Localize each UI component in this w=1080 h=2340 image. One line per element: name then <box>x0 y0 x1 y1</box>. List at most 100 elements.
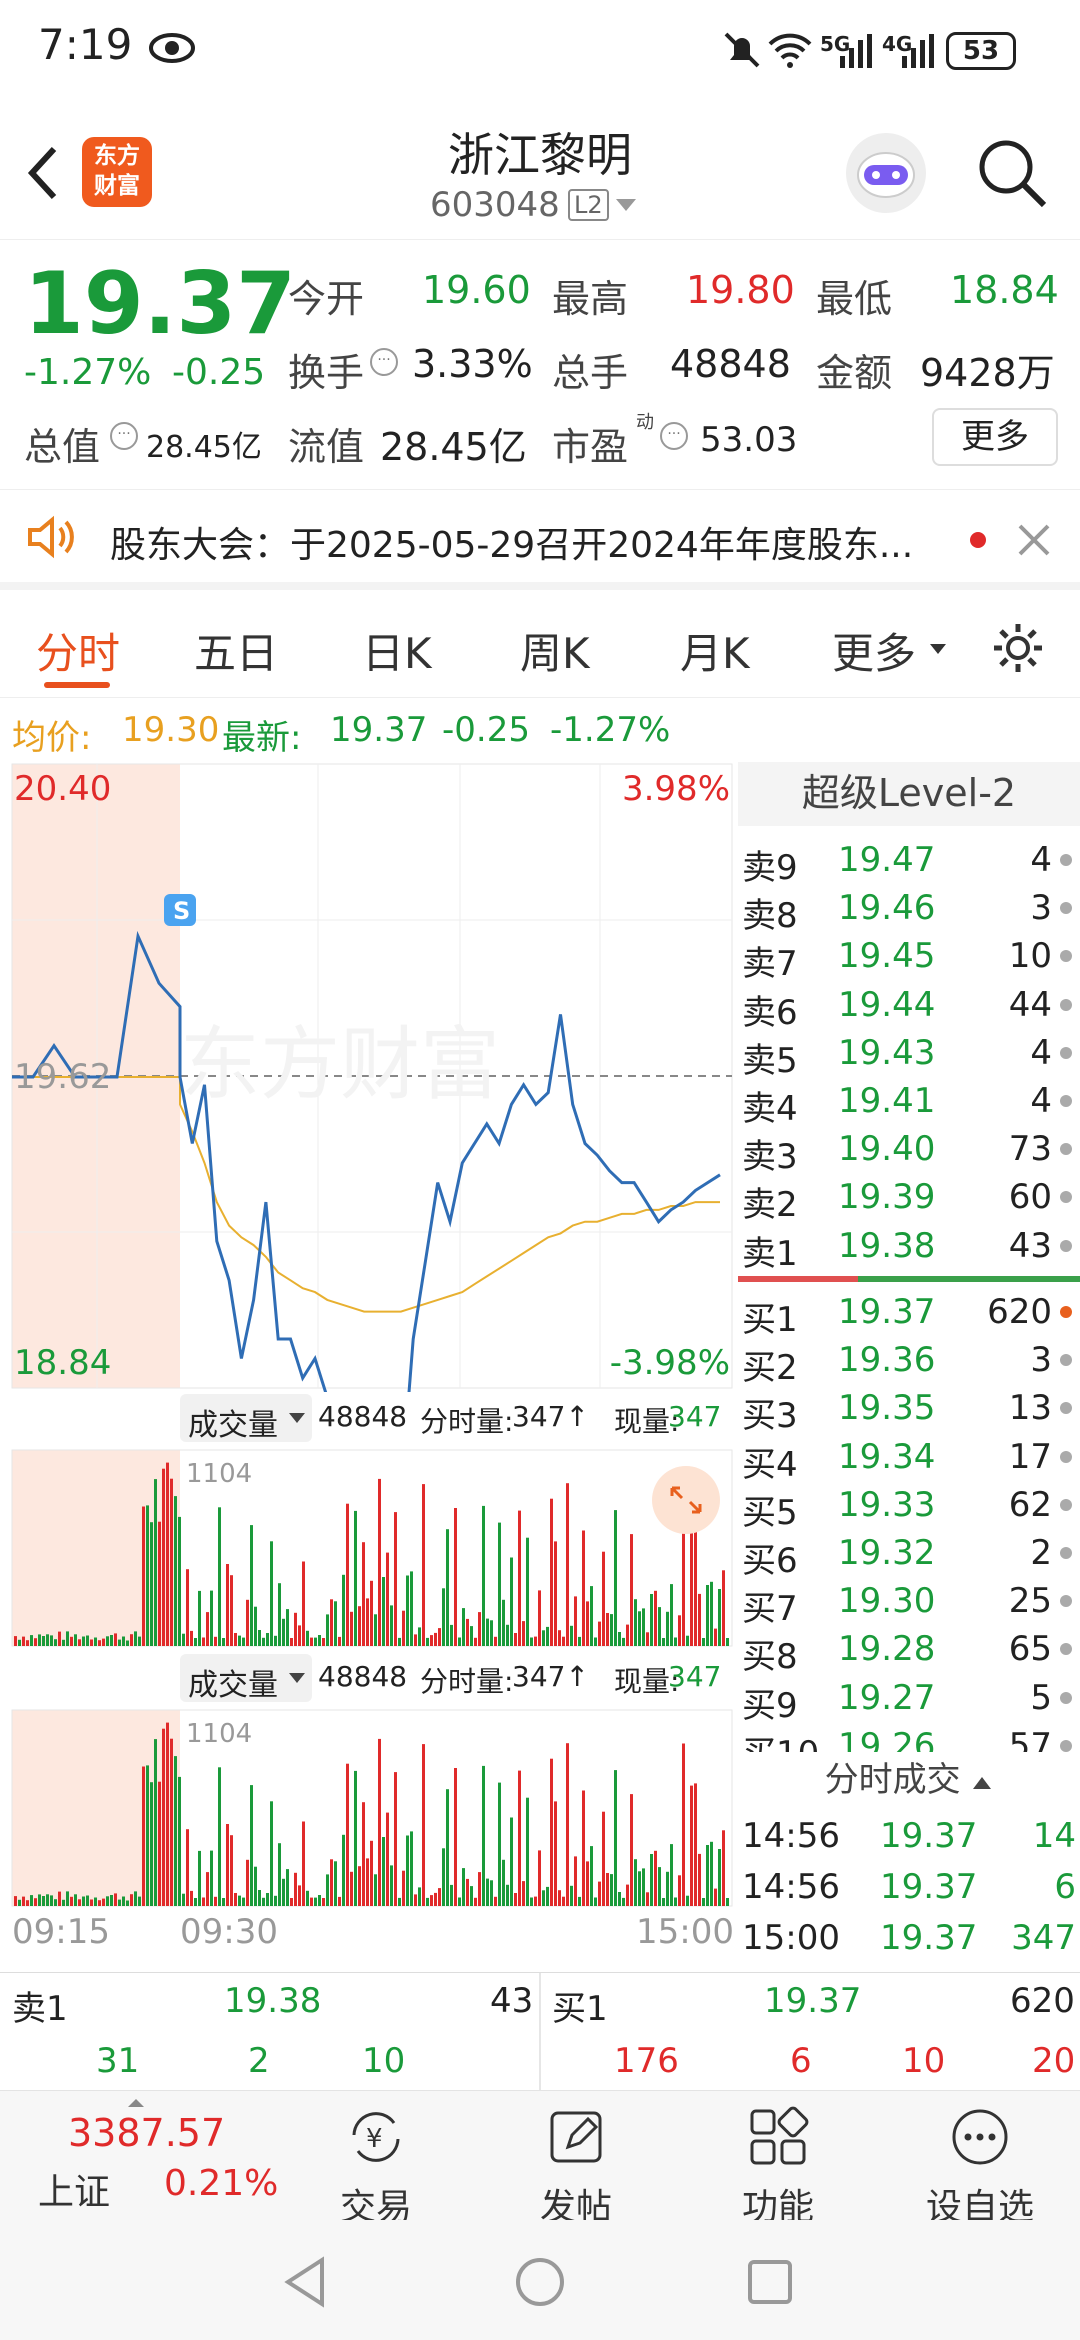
bid-level-row[interactable]: 买3 19.35 13 <box>738 1384 1080 1436</box>
volume-bar <box>722 1830 725 1906</box>
trade-button[interactable]: ¥ 交易 <box>306 2105 446 2230</box>
function-button[interactable]: 功能 <box>708 2105 848 2230</box>
volume-bar <box>598 1881 601 1906</box>
tab-daily-k[interactable]: 日K <box>362 620 432 681</box>
order-book: 超级Level-2 卖9 19.47 4 卖8 19.46 3 卖7 19.45 10 卖6 19.… <box>738 762 1080 1972</box>
ticks-header[interactable]: 分时成交 <box>738 1752 1080 1808</box>
volume-bar <box>206 1872 209 1906</box>
tab-intraday[interactable]: 分时 <box>36 620 120 681</box>
turnover-value: 3.33% <box>412 342 533 386</box>
volume-bar <box>262 1637 265 1646</box>
volume-bar <box>474 1637 477 1646</box>
volume-bar <box>370 1580 373 1646</box>
volume-value: 48848 <box>670 342 791 386</box>
robot-avatar[interactable] <box>846 133 926 213</box>
pe-dynamic-mark: 动 <box>636 412 654 433</box>
volume-bar <box>690 1785 693 1906</box>
search-icon[interactable] <box>974 135 1050 211</box>
chevron-down-icon[interactable] <box>614 197 638 213</box>
change-pct: -1.27% <box>550 710 671 750</box>
level-qty: 3 <box>1030 1340 1052 1381</box>
nav-home-icon[interactable] <box>514 2256 566 2308</box>
tab-more[interactable]: 更多 <box>832 620 916 681</box>
fsl-label: 分时量: <box>420 1405 514 1438</box>
volume-bar <box>722 1570 725 1646</box>
add-watchlist-button[interactable]: 设自选 <box>910 2105 1050 2230</box>
volume-bar <box>410 1831 413 1906</box>
tab-five-day[interactable]: 五日 <box>194 620 278 681</box>
volume-bar <box>710 1841 713 1906</box>
volume-bar <box>610 1614 613 1646</box>
volume-bar <box>338 1896 341 1906</box>
expand-button[interactable] <box>652 1466 720 1534</box>
index-widget[interactable]: 3387.57 上证 0.21% <box>0 2091 280 2221</box>
volume-bar <box>458 1637 461 1646</box>
pe-label: 市盈 <box>552 425 629 469</box>
post-button[interactable]: 发帖 <box>506 2105 646 2230</box>
level-label: 买6 <box>742 1541 798 1581</box>
volume-selector[interactable]: 成交量 <box>180 1394 312 1443</box>
volume-bar <box>490 1880 493 1906</box>
mcap-value: 28.45亿 <box>146 430 262 465</box>
quote-panel: 19.37 -1.27% -0.25 今开 19.60 最高 19.80 最低 … <box>0 240 1080 490</box>
gear-icon[interactable] <box>990 620 1046 676</box>
intraday-chart-area[interactable]: 东方财富 S 20.40 19.62 18.84 3.98% -3.98% 成交… <box>0 762 735 1972</box>
back-icon[interactable] <box>22 143 62 203</box>
bid-level-row[interactable]: 买10 19.26 57 <box>738 1722 1080 1752</box>
float-label: 流值 <box>288 425 365 469</box>
tick-row: 15:00 19.37 347 <box>738 1914 1080 1962</box>
high-value: 19.80 <box>686 268 795 312</box>
y-ref-label: 19.62 <box>14 1057 111 1097</box>
volume-bar <box>62 1899 65 1906</box>
volume-bar <box>506 1624 509 1646</box>
bid-level-row[interactable]: 买5 19.33 62 <box>738 1481 1080 1533</box>
volume-bar <box>418 1887 421 1906</box>
buy-order-qty: 10 <box>902 2041 946 2081</box>
volume-chart[interactable]: 1104 <box>0 1448 735 1648</box>
tab-monthly-k[interactable]: 月K <box>680 620 750 681</box>
volume-bar <box>146 1505 149 1646</box>
nav-back-icon[interactable] <box>282 2256 330 2308</box>
dot-icon <box>1060 1498 1072 1511</box>
volume-bar <box>230 1835 233 1906</box>
level-price: 19.32 <box>838 1533 936 1573</box>
bid-level-row[interactable]: 买4 19.34 17 <box>738 1433 1080 1485</box>
bid-level-row[interactable]: 买9 19.27 5 <box>738 1674 1080 1726</box>
volume-bar <box>34 1898 37 1906</box>
volume-selector[interactable]: 成交量 <box>180 1654 312 1703</box>
volume-bar <box>630 1534 633 1646</box>
nav-recents-icon[interactable] <box>746 2258 794 2306</box>
info-icon[interactable]: ··· <box>110 422 138 450</box>
volume-bar <box>674 1637 677 1646</box>
close-icon[interactable] <box>1016 522 1052 558</box>
volume-bar <box>414 1634 417 1646</box>
level-qty: 2 <box>1030 1533 1052 1573</box>
bid-level-row[interactable]: 买8 19.28 65 <box>738 1625 1080 1677</box>
notice-bar[interactable]: 股东大会：于2025-05-29召开2024年年度股东... <box>0 490 1080 590</box>
volume-bar <box>166 1722 169 1906</box>
volume-bar <box>282 1618 285 1646</box>
volume-bar <box>678 1615 681 1646</box>
bid-level-row[interactable]: 买1 19.37 620 <box>738 1288 1080 1340</box>
more-button[interactable]: 更多 <box>932 408 1058 466</box>
info-icon[interactable]: ··· <box>660 422 688 450</box>
info-icon[interactable]: ··· <box>370 348 398 376</box>
volume-total: 48848 <box>318 1660 408 1693</box>
tab-weekly-k[interactable]: 周K <box>520 620 590 681</box>
volume-bar <box>386 1552 389 1646</box>
volume-bar <box>194 1638 197 1646</box>
bid-level-row[interactable]: 买7 19.30 25 <box>738 1577 1080 1629</box>
tick-time: 15:00 <box>742 1918 840 1958</box>
bid-level-row[interactable]: 买6 19.32 2 <box>738 1529 1080 1581</box>
volume-bar <box>646 1892 649 1906</box>
volume-bar <box>154 1739 157 1906</box>
battery-icon: 53 <box>946 32 1016 70</box>
volume-bar <box>266 1633 269 1646</box>
level-qty: 62 <box>1008 1484 1052 1525</box>
price-chart[interactable]: 东方财富 S 20.40 19.62 18.84 3.98% -3.98% <box>0 762 735 1392</box>
volume-chart[interactable]: 1104 <box>0 1708 735 1908</box>
chart-tabs: 分时 五日 日K 周K 月K 更多 <box>0 598 1080 698</box>
bid-level-row[interactable]: 买2 19.36 3 <box>738 1336 1080 1388</box>
caret-up-icon <box>973 1777 992 1789</box>
chevron-down-icon <box>289 1413 305 1423</box>
